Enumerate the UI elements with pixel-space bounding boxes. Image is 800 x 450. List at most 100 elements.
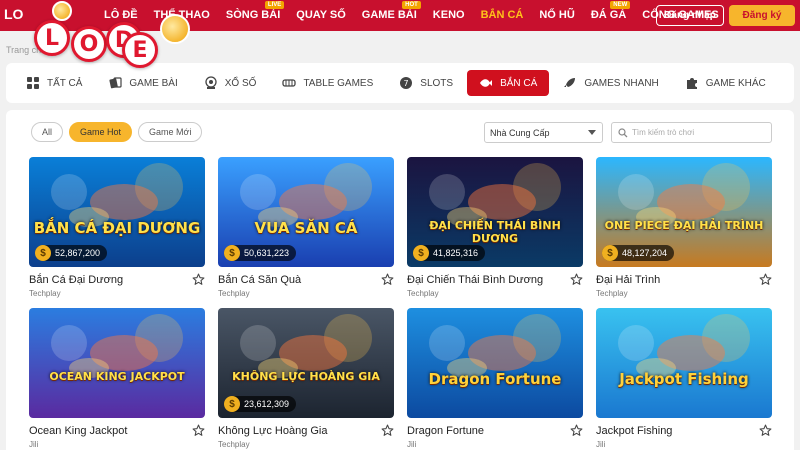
game-art-title: OCEAN KING JACKPOT	[49, 370, 185, 383]
filter-chip[interactable]: Game Hot	[69, 122, 133, 142]
category-tab-label: GAME BÀI	[129, 77, 178, 89]
lottery-icon	[204, 76, 218, 90]
logo-letter-e: E	[122, 32, 158, 68]
jackpot-amount: 52,867,200	[55, 248, 101, 258]
category-tab[interactable]: BẮN CÁ	[467, 70, 550, 96]
favorite-star-icon[interactable]	[759, 273, 772, 286]
game-card[interactable]: BẮN CÁ ĐẠI DƯƠNG $52,867,200 Bắn Cá Đại Dư…	[29, 157, 205, 298]
favorite-star-icon[interactable]	[192, 273, 205, 286]
category-tab[interactable]: TABLE GAMES	[270, 70, 385, 96]
game-card[interactable]: Jackpot Fishing Jackpot Fishing Jili	[596, 308, 772, 449]
category-tab-label: BẮN CÁ	[500, 77, 538, 89]
provider-select-value: Nhà Cung Cấp	[490, 127, 550, 138]
favorite-star-icon[interactable]	[381, 273, 394, 286]
game-provider: Jili	[596, 440, 606, 449]
favorite-star-icon[interactable]	[192, 424, 205, 437]
game-card[interactable]: KHÔNG LỰC HOÀNG GIA $23,612,309 Không Lực …	[218, 308, 394, 449]
favorite-star-icon[interactable]	[381, 424, 394, 437]
nav-item-label: QUAY SỐ	[296, 9, 346, 21]
game-thumbnail[interactable]: Jackpot Fishing	[596, 308, 772, 418]
category-tab-label: XỔ SỐ	[224, 77, 257, 89]
favorite-star-icon[interactable]	[759, 424, 772, 437]
nav-item-label: SÒNG BÀI	[225, 9, 281, 21]
nav-item[interactable]: NỔ HŨ	[531, 0, 582, 31]
dollar-icon: $	[35, 245, 51, 261]
game-card[interactable]: ONE PIECE ĐẠI HẢI TRÌNH $48,127,204 Đại Hả…	[596, 157, 772, 298]
nav-item-label: NỔ HŨ	[539, 9, 575, 21]
game-provider: Jili	[29, 440, 39, 449]
games-panel: AllGame HotGame Mới Nhà Cung Cấp BẮN CÁ …	[6, 110, 794, 450]
game-card[interactable]: OCEAN KING JACKPOT Ocean King Jackpot Jili	[29, 308, 205, 449]
game-thumbnail[interactable]: KHÔNG LỰC HOÀNG GIA $23,612,309	[218, 308, 394, 418]
jackpot-amount: 41,825,316	[433, 248, 479, 258]
favorite-star-icon[interactable]	[570, 273, 583, 286]
nav-item[interactable]: GAME BÀI HOT	[354, 0, 425, 31]
nav-item[interactable]: ĐÁ GÀ NEW	[583, 0, 634, 31]
nav-item-label: BẮN CÁ	[480, 9, 524, 21]
game-title[interactable]: Jackpot Fishing	[596, 425, 772, 437]
game-art-title: VUA SĂN CÁ	[254, 219, 358, 237]
category-tab-label: GAME KHÁC	[705, 77, 766, 89]
register-button[interactable]: Đăng ký	[729, 5, 795, 26]
nav-item-label: KENO	[432, 9, 465, 21]
jackpot-badge: $52,867,200	[35, 245, 108, 261]
game-thumbnail[interactable]: ONE PIECE ĐẠI HẢI TRÌNH $48,127,204	[596, 157, 772, 267]
category-tab[interactable]: TẤT CẢ	[14, 70, 94, 96]
category-tab[interactable]: GAMES NHANH	[551, 70, 670, 96]
table-icon	[282, 76, 297, 90]
game-thumbnail[interactable]: ĐẠI CHIẾN THÁI BÌNH DƯƠNG $41,825,316	[407, 157, 583, 267]
nav-item-badge: HOT	[402, 1, 421, 9]
jackpot-badge: $50,631,223	[224, 245, 297, 261]
game-title[interactable]: Ocean King Jackpot	[29, 425, 205, 437]
game-card[interactable]: VUA SĂN CÁ $50,631,223 Bắn Cá Săn Quà Techp…	[218, 157, 394, 298]
game-artwork	[29, 308, 205, 418]
game-card[interactable]: Dragon Fortune Dragon Fortune Jili	[407, 308, 583, 449]
game-provider: Techplay	[218, 289, 250, 298]
grid-icon	[26, 76, 40, 90]
game-thumbnail[interactable]: OCEAN KING JACKPOT	[29, 308, 205, 418]
game-thumbnail[interactable]: VUA SĂN CÁ $50,631,223	[218, 157, 394, 267]
jackpot-badge: $41,825,316	[413, 245, 486, 261]
nav-item[interactable]: KENO	[425, 0, 473, 31]
chevron-down-icon	[588, 130, 596, 135]
jackpot-amount: 48,127,204	[622, 248, 668, 258]
search-box[interactable]	[611, 122, 772, 143]
logo-letter-o: O	[71, 26, 107, 62]
login-button[interactable]: Đăng nhập	[656, 5, 724, 26]
game-art-title: Jackpot Fishing	[619, 370, 749, 388]
nav-item[interactable]: BẮN CÁ	[473, 0, 532, 31]
dollar-icon: $	[224, 396, 240, 412]
nav-item[interactable]: SÒNG BÀI LIVE	[218, 0, 288, 31]
game-provider: Techplay	[407, 289, 439, 298]
logo-small-text: LO	[4, 6, 24, 22]
favorite-star-icon[interactable]	[570, 424, 583, 437]
search-icon	[618, 127, 628, 137]
game-provider: Techplay	[218, 440, 250, 449]
filter-chip[interactable]: All	[31, 122, 64, 142]
game-thumbnail[interactable]: Dragon Fortune	[407, 308, 583, 418]
category-tab-label: GAMES NHANH	[584, 77, 659, 89]
game-title[interactable]: Bắn Cá Săn Quà	[218, 274, 394, 286]
category-tab[interactable]: GAME KHÁC	[673, 70, 778, 96]
game-title[interactable]: Không Lực Hoàng Gia	[218, 425, 394, 437]
game-card[interactable]: ĐẠI CHIẾN THÁI BÌNH DƯƠNG $41,825,316 Đại …	[407, 157, 583, 298]
game-art-title: Dragon Fortune	[428, 370, 562, 388]
game-art-title: BẮN CÁ ĐẠI DƯƠNG	[33, 219, 201, 237]
category-tab[interactable]: 7 SLOTS	[387, 70, 465, 96]
site-logo[interactable]: LO L O D E	[4, 0, 194, 70]
provider-select[interactable]: Nhà Cung Cấp	[484, 122, 603, 143]
game-title[interactable]: Đại Chiến Thái Bình Dương	[407, 274, 583, 286]
game-title[interactable]: Dragon Fortune	[407, 425, 583, 437]
rocket-icon	[563, 76, 577, 90]
slot-icon: 7	[399, 76, 413, 90]
game-title[interactable]: Đại Hải Trình	[596, 274, 772, 286]
category-tab-label: TABLE GAMES	[303, 77, 374, 89]
category-tab[interactable]: GAME BÀI	[96, 70, 189, 96]
nav-item[interactable]: QUAY SỐ	[288, 0, 354, 31]
filter-chip[interactable]: Game Mới	[138, 122, 203, 142]
game-thumbnail[interactable]: BẮN CÁ ĐẠI DƯƠNG $52,867,200	[29, 157, 205, 267]
search-input[interactable]	[632, 128, 762, 137]
game-title[interactable]: Bắn Cá Đại Dương	[29, 274, 205, 286]
category-tab[interactable]: XỔ SỐ	[192, 70, 269, 96]
game-art-title: ONE PIECE ĐẠI HẢI TRÌNH	[604, 219, 764, 232]
